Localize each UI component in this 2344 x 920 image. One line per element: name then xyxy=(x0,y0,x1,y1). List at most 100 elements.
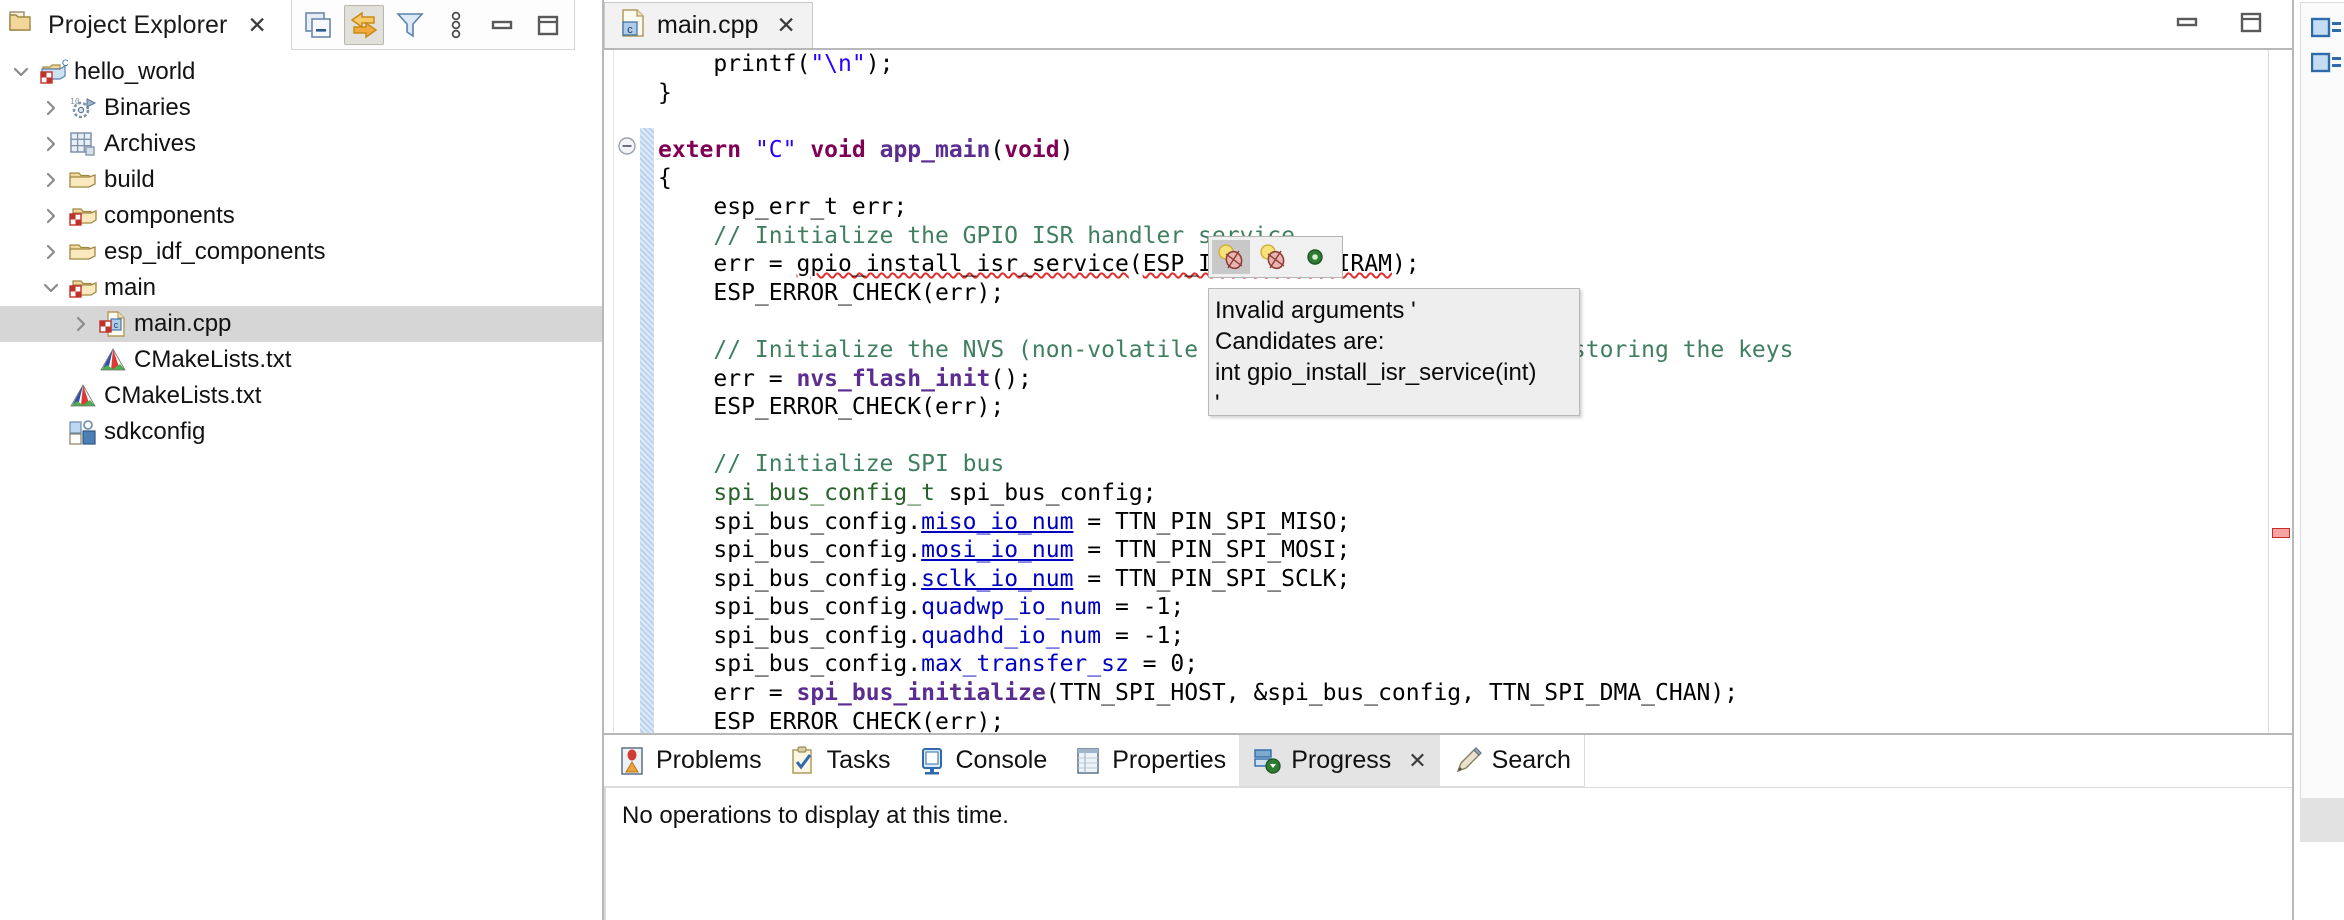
svg-text:C: C xyxy=(62,58,68,68)
tree-item-binaries[interactable]: 10 Binaries xyxy=(0,90,602,126)
minimize-icon[interactable] xyxy=(2172,7,2202,42)
code-token: void xyxy=(1004,136,1060,163)
outline-panel[interactable] xyxy=(2300,2,2344,800)
code-token: spi_bus_initialize xyxy=(796,680,1046,707)
close-icon[interactable]: ✕ xyxy=(776,12,795,39)
collapse-all-icon[interactable] xyxy=(298,5,338,45)
svg-text:c: c xyxy=(627,24,633,36)
maximize-icon[interactable] xyxy=(528,5,568,45)
chevron-right-icon[interactable] xyxy=(36,206,66,226)
change-marker xyxy=(640,128,654,733)
outline-entry-icon[interactable] xyxy=(2310,52,2344,79)
tab-label: Console xyxy=(955,746,1048,774)
quick-fix-hover-bar[interactable] xyxy=(1208,236,1343,278)
code-token: printf( xyxy=(658,51,811,77)
archives-icon xyxy=(66,129,100,159)
tab-project-explorer[interactable]: Project Explorer ✕ xyxy=(0,0,281,50)
chevron-down-icon[interactable] xyxy=(6,62,36,82)
project-explorer-title: Project Explorer xyxy=(48,10,228,39)
code-token: = -1; xyxy=(1101,594,1185,621)
tree-item-cmakelists-txt[interactable]: CMakeLists.txt xyxy=(0,342,602,378)
chevron-right-icon[interactable] xyxy=(66,314,96,334)
quick-fix-dot-icon[interactable] xyxy=(1296,240,1334,274)
tab-search[interactable]: Search xyxy=(1440,735,1584,786)
search-icon xyxy=(1453,746,1483,776)
code-token: { xyxy=(658,165,672,192)
tree-item-label: esp_idf_components xyxy=(104,238,326,265)
code-line: spi_bus_config.quadwp_io_num = -1; xyxy=(654,593,2268,622)
tab-properties[interactable]: Properties xyxy=(1060,735,1239,786)
chevron-right-icon[interactable] xyxy=(36,98,66,118)
tree-item-hello-world[interactable]: Chello_world xyxy=(0,54,602,90)
minimize-icon[interactable] xyxy=(482,5,522,45)
tab-main-cpp[interactable]: c main.cpp ✕ xyxy=(604,2,813,48)
chevron-right-icon[interactable] xyxy=(36,242,66,262)
editor-overview-ruler[interactable] xyxy=(2268,50,2292,733)
filter-icon[interactable] xyxy=(390,5,430,45)
code-token: spi_bus_config. xyxy=(658,508,922,535)
editor-and-bottom-stack: c main.cpp ✕ printf("\n");} extern "C" … xyxy=(604,0,2292,920)
code-token: = TTN_PIN_SPI_MISO; xyxy=(1073,508,1351,535)
tab-label: Properties xyxy=(1112,746,1227,774)
tree-item-label: build xyxy=(104,166,155,193)
code-token: gpio_install_isr_service xyxy=(796,251,1129,278)
tab-tasks[interactable]: Tasks xyxy=(775,735,904,786)
tree-item-components[interactable]: components xyxy=(0,198,602,234)
tree-item-esp-idf-components[interactable]: esp_idf_components xyxy=(0,234,602,270)
code-token: ); xyxy=(1391,251,1420,278)
editor-folding-ruler[interactable] xyxy=(614,50,640,733)
code-token: (TTN_SPI_HOST, &spi_bus_config, TTN_SPI_… xyxy=(1045,680,1739,707)
code-token: err = xyxy=(658,365,797,392)
tree-item-sdkconfig[interactable]: sdkconfig xyxy=(0,414,602,450)
cmake-file-icon xyxy=(96,345,130,375)
chevron-right-icon[interactable] xyxy=(36,170,66,190)
fold-collapse-icon[interactable] xyxy=(617,136,637,156)
tree-item-main-cpp[interactable]: c main.cpp xyxy=(0,306,602,342)
code-token: spi_bus_config. xyxy=(658,622,922,649)
tooltip-line: int gpio_install_isr_service(int) xyxy=(1215,359,1537,386)
error-marker[interactable] xyxy=(2272,528,2290,538)
code-token: sclk_io_num xyxy=(921,565,1074,592)
code-token: extern xyxy=(658,136,755,163)
close-icon[interactable]: ✕ xyxy=(247,13,266,37)
link-with-editor-icon[interactable] xyxy=(343,4,384,45)
tree-item-label: Binaries xyxy=(104,94,191,121)
folder-icon xyxy=(66,237,100,267)
tree-item-label: Archives xyxy=(104,130,197,157)
tab-label: Progress xyxy=(1291,746,1392,774)
code-token: spi_bus_config_t xyxy=(713,479,935,506)
bottom-tab-row: Problems Tasks Console Properties Progress ✕ S… xyxy=(604,735,2292,787)
code-token: ( xyxy=(990,136,1005,163)
tab-problems[interactable]: Problems xyxy=(604,735,775,786)
error-hover-tooltip: Invalid arguments ' Candidates are: int gp… xyxy=(1208,288,1580,417)
tree-item-archives[interactable]: Archives xyxy=(0,126,602,162)
code-token: = TTN_PIN_SPI_MOSI; xyxy=(1073,537,1351,564)
tab-progress[interactable]: Progress ✕ xyxy=(1239,735,1440,786)
chevron-down-icon[interactable] xyxy=(36,278,66,298)
code-line: spi_bus_config.sclk_io_num = TTN_PIN_SPI… xyxy=(654,565,2268,594)
code-token: spi_bus_config. xyxy=(658,651,922,678)
tab-console[interactable]: Console xyxy=(904,735,1061,786)
chevron-right-icon[interactable] xyxy=(36,134,66,154)
quick-fix-bug-icon[interactable] xyxy=(1254,240,1292,274)
maximize-icon[interactable] xyxy=(2236,7,2266,42)
bottom-view-stack: Problems Tasks Console Properties Progress ✕ S… xyxy=(604,735,2292,920)
close-icon[interactable]: ✕ xyxy=(1408,748,1426,774)
code-line: // Initialize SPI bus xyxy=(654,450,2268,479)
cmake-file-icon xyxy=(66,381,100,411)
code-line: spi_bus_config.mosi_io_num = TTN_PIN_SPI… xyxy=(654,536,2268,565)
tree-item-cmakelists-txt[interactable]: CMakeLists.txt xyxy=(0,378,602,414)
tree-item-build[interactable]: build xyxy=(0,162,602,198)
tooltip-line: Candidates are: xyxy=(1215,328,1385,355)
code-token: ESP_ERROR_CHECK(err); xyxy=(658,279,1005,306)
quick-fix-bug-icon[interactable] xyxy=(1212,240,1250,274)
editor-change-ruler xyxy=(640,50,654,733)
outline-entry-icon[interactable] xyxy=(2310,17,2344,44)
tree-item-main[interactable]: main xyxy=(0,270,602,306)
code-token: quadwp_io_num xyxy=(921,594,1102,621)
view-menu-icon[interactable] xyxy=(436,5,476,45)
code-token: = -1; xyxy=(1101,622,1185,649)
code-line: } xyxy=(654,79,2268,108)
project-tree[interactable]: Chello_world 10 Binaries Archives build compo… xyxy=(0,50,602,920)
code-line: esp_err_t err; xyxy=(654,193,2268,222)
